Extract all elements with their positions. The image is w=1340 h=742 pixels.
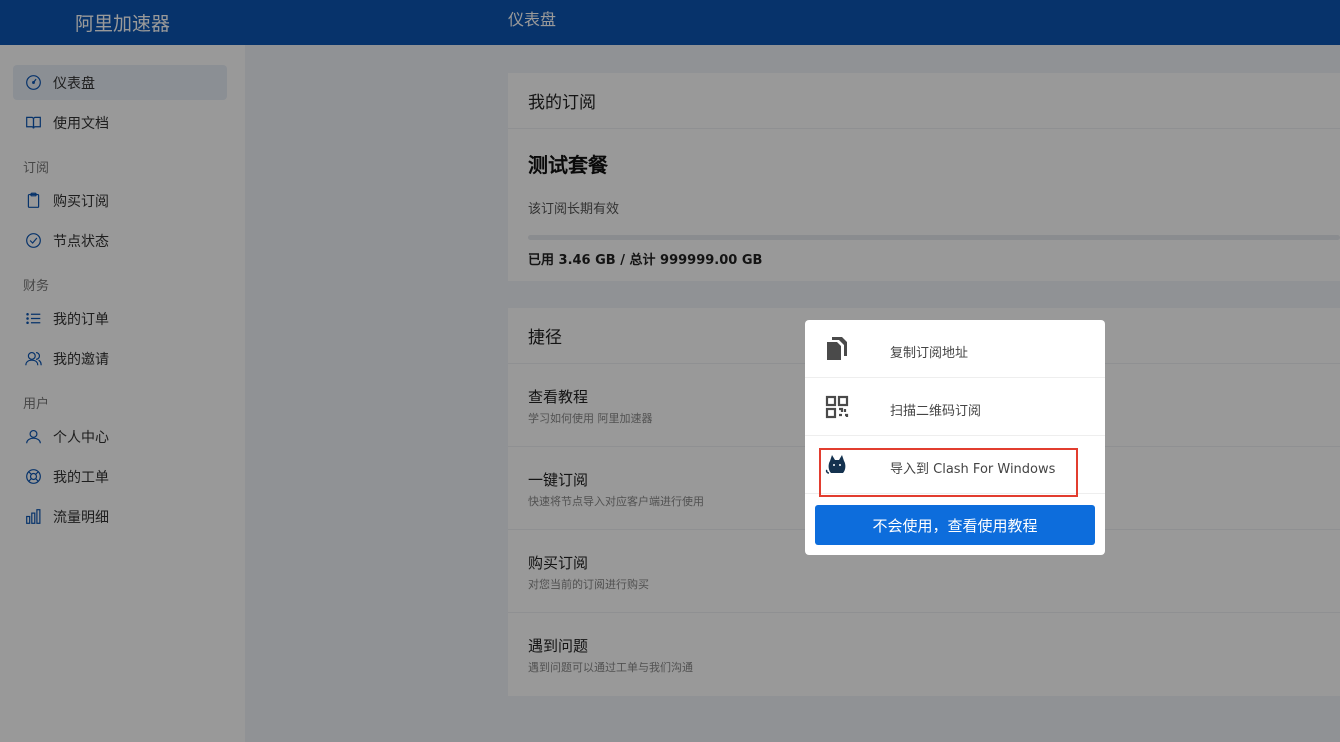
view-tutorial-button[interactable]: 不会使用，查看使用教程 <box>815 505 1095 545</box>
modal-overlay[interactable] <box>0 0 1340 742</box>
option-label: 扫描二维码订阅 <box>890 404 982 419</box>
import-clash-option[interactable]: 导入到 Clash For Windows <box>805 436 1105 497</box>
copy-icon <box>827 337 847 360</box>
copy-subscription-url-option[interactable]: 复制订阅地址 <box>805 320 1105 378</box>
qrcode-icon <box>825 395 849 419</box>
highlight-box <box>819 448 1078 497</box>
subscribe-popup: 复制订阅地址 扫描二维码订阅 导入到 Clash For Windows 不会使… <box>805 320 1105 555</box>
option-label: 复制订阅地址 <box>890 346 969 361</box>
scan-qrcode-option[interactable]: 扫描二维码订阅 <box>805 378 1105 436</box>
